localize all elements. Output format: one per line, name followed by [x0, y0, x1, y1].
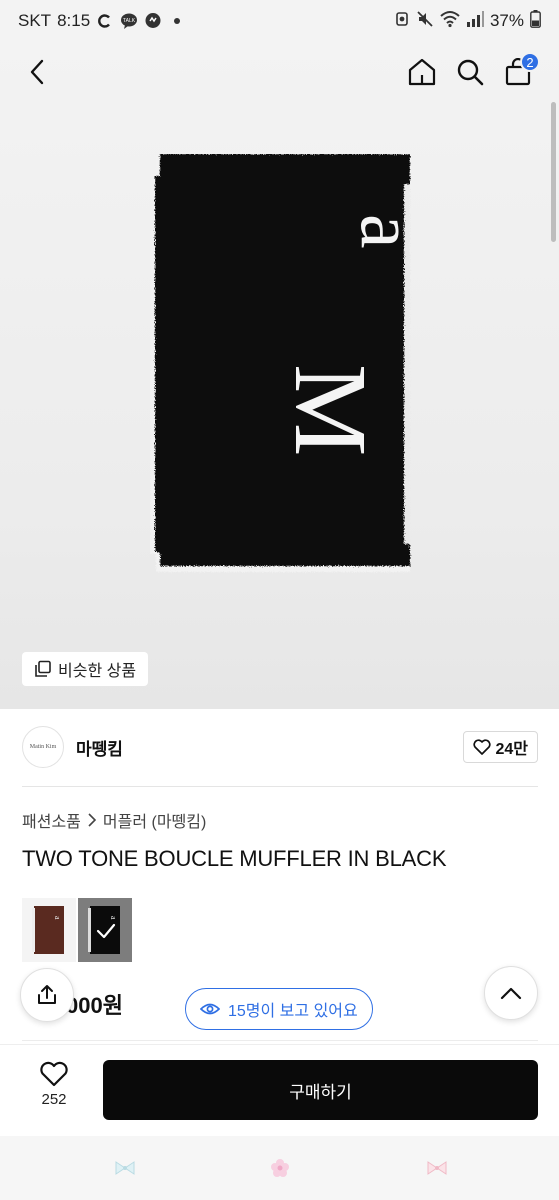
chevron-up-icon: [500, 987, 522, 1000]
status-right: 37%: [394, 9, 541, 33]
heart-icon: [40, 1061, 68, 1087]
talk-icon: TALK: [120, 12, 138, 30]
breadcrumb-category[interactable]: 패션소품: [22, 808, 81, 832]
scroll-to-top-button[interactable]: [484, 966, 538, 1020]
price-row: 000원 15명이 보고 있어요: [20, 966, 538, 1030]
similar-products-button[interactable]: 비슷한 상품: [22, 652, 149, 686]
shop-row: Matin Kim 마뗑킴 24만: [22, 724, 538, 770]
variant-thumb-black[interactable]: a: [78, 898, 132, 962]
svg-text:TALK: TALK: [123, 18, 136, 24]
bow-icon: [427, 1161, 447, 1175]
product-image-area[interactable]: 2 a M 비슷한 상품: [0, 42, 559, 709]
home-icon: [408, 58, 436, 86]
ribbon-icon: [115, 1161, 135, 1175]
page-scrollbar[interactable]: [551, 102, 556, 242]
eye-icon: [200, 1003, 220, 1015]
breadcrumb: 패션소품 머플러 (마뗑킴): [22, 808, 206, 832]
chat-icon: [144, 12, 162, 30]
copy-icon: [35, 660, 51, 677]
search-button[interactable]: [450, 52, 490, 92]
back-button[interactable]: [18, 52, 58, 92]
wifi-icon: [440, 10, 460, 33]
svg-text:a: a: [345, 214, 412, 249]
share-button[interactable]: [20, 968, 74, 1022]
shop-like-count: 24만: [495, 741, 528, 758]
shop-logo[interactable]: Matin Kim: [22, 726, 64, 768]
status-left: SKT 8:15 TALK: [18, 11, 186, 31]
home-button[interactable]: [402, 52, 442, 92]
svg-text:M: M: [273, 364, 388, 456]
brown-scarf-thumbnail: a: [22, 898, 76, 962]
svg-text:a: a: [109, 916, 118, 920]
content-divider: [22, 1040, 538, 1041]
svg-text:a: a: [53, 916, 62, 920]
viewers-text: 15명이 보고 있어요: [228, 1003, 358, 1020]
divider: [22, 786, 538, 787]
heart-icon: [473, 739, 492, 755]
shop-like-button[interactable]: 24만: [463, 731, 538, 763]
nav-bow-right[interactable]: [425, 1156, 449, 1180]
wishlist-button[interactable]: 252: [22, 1061, 86, 1108]
variant-thumbnails: a a: [22, 898, 132, 962]
system-navigation-bar: [0, 1136, 559, 1200]
battery-icon: [530, 9, 541, 33]
cart-button[interactable]: 2: [498, 52, 540, 92]
mute-icon: [416, 10, 434, 33]
status-bar: SKT 8:15 TALK 37%: [0, 0, 559, 42]
cart-count-badge: 2: [520, 52, 540, 72]
black-scarf-thumbnail: a: [78, 898, 132, 962]
shop-logo-text: Matin Kim: [29, 744, 57, 750]
chevron-right-icon: [88, 813, 97, 827]
wishlist-count: 252: [41, 1091, 67, 1108]
chevron-left-icon: [30, 59, 44, 85]
battery-percent: 37%: [489, 11, 524, 30]
nav-bow-left[interactable]: [113, 1156, 137, 1180]
carrier-label: SKT: [18, 11, 52, 30]
nav-flower-center[interactable]: [268, 1156, 292, 1180]
product-title: TWO TONE BOUCLE MUFFLER IN BLACK: [22, 846, 447, 871]
dot-icon: [168, 12, 186, 30]
buy-button[interactable]: 구매하기: [103, 1060, 538, 1120]
flower-icon: [271, 1159, 289, 1177]
search-icon: [457, 59, 484, 86]
c-icon: [96, 12, 114, 30]
product-price: 000원: [66, 993, 123, 1018]
product-image: a M: [150, 154, 412, 572]
time-label: 8:15: [57, 11, 91, 30]
similar-products-label: 비슷한 상품: [58, 663, 137, 680]
share-icon: [38, 985, 56, 1004]
breadcrumb-subcategory[interactable]: 머플러 (마뗑킴): [103, 808, 206, 832]
bottom-action-bar: 252 구매하기: [0, 1044, 559, 1136]
top-navigation: 2: [0, 42, 559, 100]
signal-icon: [466, 10, 484, 32]
variant-thumb-brown[interactable]: a: [22, 898, 76, 962]
shop-name[interactable]: 마뗑킴: [76, 735, 123, 760]
viewers-indicator: 15명이 보고 있어요: [185, 988, 373, 1030]
recycle-icon: [394, 11, 410, 32]
